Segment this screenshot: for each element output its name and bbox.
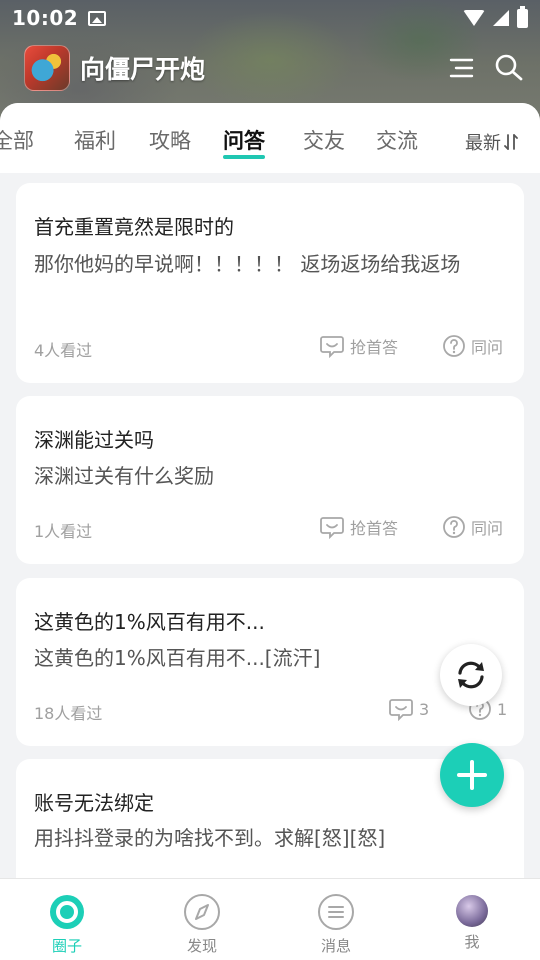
comment-icon <box>320 336 344 358</box>
nav-messages[interactable]: 消息 <box>286 879 386 960</box>
post-title: 深渊能过关吗 <box>34 428 154 452</box>
same-question-count: 1 <box>497 699 508 719</box>
nav-label: 消息 <box>320 937 351 955</box>
comment-icon <box>389 699 413 721</box>
status-time: 10:02 <box>12 6 79 30</box>
same-question-label: 同问 <box>471 519 504 538</box>
post-title: 首充重置竟然是限时的 <box>34 215 234 239</box>
post-body: 那你他妈的早说啊！！！！！ 返场返场给我返场 <box>34 252 461 276</box>
answer-button[interactable]: 抢首答 <box>319 515 398 539</box>
compass-icon <box>184 894 220 930</box>
status-bar: 10:02 <box>0 0 540 36</box>
answer-button[interactable]: 抢首答 <box>319 334 398 358</box>
same-question-button[interactable]: 同问 <box>442 334 503 358</box>
signal-icon <box>493 10 509 26</box>
sort-icon <box>504 134 518 150</box>
tab-qa[interactable]: 问答 <box>223 125 265 159</box>
battery-icon <box>517 5 528 28</box>
message-icon <box>318 894 354 930</box>
nav-circle[interactable]: 圈子 <box>17 879 117 960</box>
sort-label: 最新 <box>465 133 501 154</box>
wifi-icon <box>463 10 485 26</box>
refresh-icon <box>458 661 484 689</box>
comment-icon <box>320 517 344 539</box>
tab-friends[interactable]: 交友 <box>303 125 345 155</box>
post-title: 这黄色的1%风百有用不... <box>34 610 265 634</box>
title-bar: 向僵尸开炮 <box>24 44 524 92</box>
refresh-button[interactable] <box>440 644 502 706</box>
post-body: 这黄色的1%风百有用不...[流汗] <box>34 646 321 670</box>
nav-label: 我 <box>464 933 480 951</box>
view-count: 1人看过 <box>34 522 93 541</box>
comment-button[interactable]: 3 <box>388 697 429 721</box>
comment-count: 3 <box>419 699 430 719</box>
category-tabs: 全部 福利 攻略 问答 交友 交流 最新 <box>0 103 540 173</box>
search-icon[interactable] <box>494 53 524 83</box>
question-icon <box>443 516 465 538</box>
view-count: 18人看过 <box>34 704 103 723</box>
add-post-button[interactable] <box>440 743 504 807</box>
tab-chat[interactable]: 交流 <box>376 125 418 155</box>
post-body: 用抖抖登录的为啥找不到。求解[怒][怒] <box>34 826 386 850</box>
app-logo <box>24 45 70 91</box>
nav-me[interactable]: 我 <box>422 879 522 960</box>
nav-label: 圈子 <box>51 937 82 955</box>
tab-guide[interactable]: 攻略 <box>149 125 191 155</box>
plus-icon <box>457 760 487 790</box>
menu-icon[interactable] <box>448 56 476 80</box>
question-icon <box>443 335 465 357</box>
nav-discover[interactable]: 发现 <box>152 879 252 960</box>
image-notification-icon <box>88 10 107 26</box>
post-body: 深渊过关有什么奖励 <box>34 464 214 488</box>
post-title: 账号无法绑定 <box>34 791 154 815</box>
tab-all[interactable]: 全部 <box>0 125 34 155</box>
same-question-label: 同问 <box>471 338 504 357</box>
same-question-button[interactable]: 同问 <box>442 515 503 539</box>
circle-icon <box>50 895 84 929</box>
post-card[interactable]: 首充重置竟然是限时的 那你他妈的早说啊！！！！！ 返场返场给我返场 4人看过 抢… <box>16 183 524 383</box>
bottom-navigation: 圈子 发现 消息 我 <box>0 878 540 960</box>
answer-label: 抢首答 <box>350 338 399 357</box>
view-count: 4人看过 <box>34 341 93 360</box>
sort-button[interactable]: 最新 <box>465 129 518 155</box>
answer-label: 抢首答 <box>350 519 399 538</box>
app-title: 向僵尸开炮 <box>80 55 206 84</box>
post-card[interactable]: 深渊能过关吗 深渊过关有什么奖励 1人看过 抢首答 同问 <box>16 396 524 564</box>
nav-label: 发现 <box>186 937 217 955</box>
avatar <box>456 895 488 927</box>
tab-welfare[interactable]: 福利 <box>74 125 116 155</box>
